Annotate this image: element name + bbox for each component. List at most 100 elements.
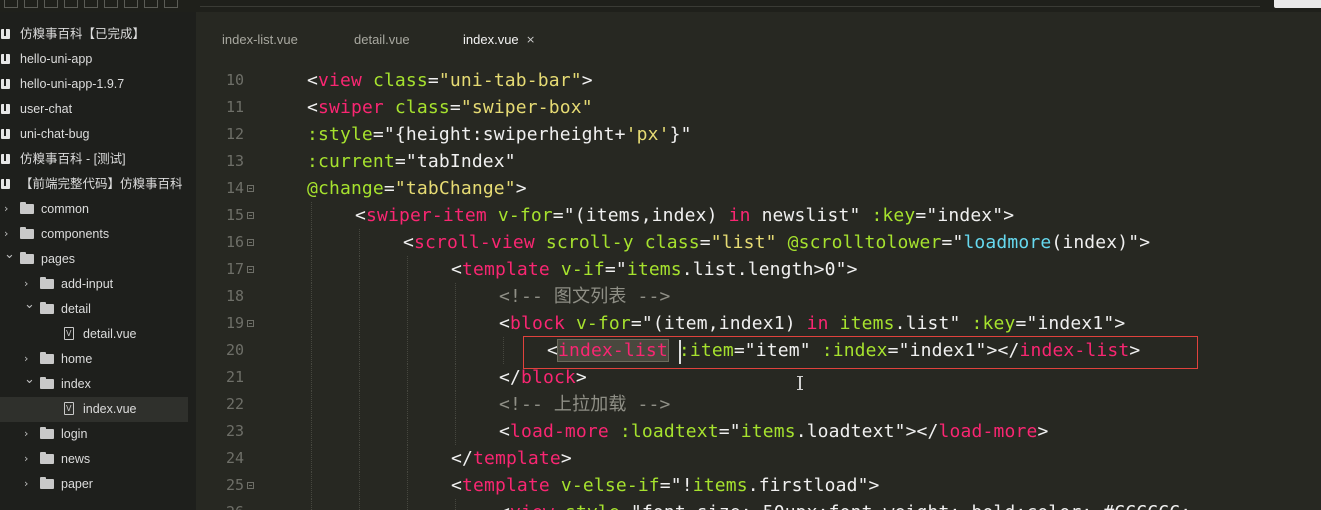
code-token: index-list (1019, 340, 1130, 361)
item-label: uni-chat-bug (20, 127, 90, 141)
code-line[interactable]: </block> (499, 364, 587, 391)
toolbar-icon[interactable] (44, 0, 58, 8)
code-token: :key (871, 205, 916, 226)
code-token: ="{height:swiperheight+ (372, 124, 626, 145)
top-toolbar (0, 0, 1321, 12)
chevron-right-icon[interactable]: › (24, 451, 28, 467)
code-line[interactable]: </template> (451, 445, 572, 472)
code-line[interactable]: <block v-for="(item,index1) in items.lis… (499, 310, 1125, 337)
indent-guide (455, 391, 456, 418)
project-item[interactable]: 【前端完整代码】仿糗事百科 (0, 172, 188, 197)
code-token: view (318, 70, 362, 91)
chevron-right-icon[interactable]: › (24, 351, 28, 367)
folder-item[interactable]: › components (0, 222, 188, 247)
file-item[interactable]: index.vue (0, 397, 188, 422)
code-line[interactable]: <load-more :loadtext="items.loadtext"></… (499, 418, 1048, 445)
toolbar-icon[interactable] (64, 0, 78, 8)
code-line[interactable]: <!-- 上拉加载 --> (499, 391, 670, 418)
project-item[interactable]: 仿糗事百科【已完成】 (0, 22, 188, 47)
chevron-right-icon[interactable]: › (24, 426, 28, 442)
code-token: ="index1"></ (887, 340, 1020, 361)
code-editor[interactable]: 10 <view class="uni-tab-bar"> 11 <swiper cl… (196, 54, 1321, 510)
line-number: 10 (225, 71, 244, 89)
indent-guide (359, 337, 360, 364)
folder-item[interactable]: › login (0, 422, 188, 447)
code-token: <!-- 上拉加载 --> (499, 394, 671, 415)
project-item[interactable]: hello-uni-app (0, 47, 188, 72)
code-line[interactable]: <template v-else-if="!items.firstload"> (451, 472, 880, 499)
fold-toggle-icon[interactable] (247, 482, 254, 489)
project-item[interactable]: user-chat (0, 97, 188, 122)
tab-detail-vue[interactable]: detail.vue (354, 12, 434, 54)
close-icon[interactable]: × (526, 33, 535, 47)
item-label: pages (41, 252, 76, 266)
code-line[interactable]: <!-- 图文列表 --> (499, 283, 670, 310)
code-token: .list.length>0"> (681, 259, 858, 280)
code-token: < (451, 475, 462, 496)
indent-guide (359, 472, 360, 499)
fold-toggle-icon[interactable] (247, 239, 254, 246)
code-line[interactable]: @change="tabChange"> (307, 175, 527, 202)
item-label: common (41, 202, 89, 216)
toolbar-icon[interactable] (164, 0, 178, 8)
folder-item[interactable]: › home (0, 347, 188, 372)
chevron-right-icon[interactable]: › (4, 201, 8, 217)
fold-toggle-icon[interactable] (247, 266, 254, 273)
toolbar-icon[interactable] (144, 0, 158, 8)
toolbar-button[interactable] (1274, 0, 1321, 8)
code-token: > (515, 178, 527, 199)
menu-icon[interactable] (4, 0, 18, 8)
toolbar-icon[interactable] (84, 0, 98, 8)
folder-item[interactable]: › common (0, 197, 188, 222)
chevron-right-icon[interactable]: › (24, 476, 28, 492)
code-token: in (728, 205, 751, 226)
code-token: scroll-y (545, 232, 634, 253)
fold-toggle-icon[interactable] (247, 185, 254, 192)
folder-item[interactable]: ⌄ index (0, 372, 188, 397)
indent-guide (455, 337, 456, 364)
code-line[interactable]: <swiper-item v-for="(items,index) in new… (355, 202, 1014, 229)
line-number: 20 (225, 341, 244, 359)
line-number: 18 (225, 287, 244, 305)
folder-item[interactable]: ⌄ pages (0, 247, 188, 272)
toolbar-icon[interactable] (104, 0, 118, 8)
folder-item[interactable]: › news (0, 447, 188, 472)
project-item[interactable]: 仿糗事百科 - [测试] (0, 147, 188, 172)
folder-icon (40, 277, 54, 289)
folder-icon (40, 427, 54, 439)
file-item[interactable]: detail.vue (0, 322, 188, 347)
code-line[interactable]: :current="tabIndex" (307, 148, 516, 175)
indent-guide (311, 229, 312, 256)
folder-item[interactable]: › add-input (0, 272, 188, 297)
code-line[interactable]: <index-list :item="item" :index="index1"… (547, 337, 1140, 364)
code-line[interactable]: :style="{height:swiperheight+'px'}" (307, 121, 692, 148)
chevron-down-icon[interactable]: ⌄ (24, 372, 35, 388)
code-line[interactable]: <view class="uni-tab-bar"> (307, 67, 593, 94)
fold-toggle-icon[interactable] (247, 212, 254, 219)
code-token: "swiper-box" (460, 97, 593, 118)
project-item[interactable]: hello-uni-app-1.9.7 (0, 72, 188, 97)
chevron-down-icon[interactable]: ⌄ (4, 247, 15, 263)
address-bar[interactable] (200, 6, 1260, 7)
chevron-right-icon[interactable]: › (24, 276, 28, 292)
fold-toggle-icon[interactable] (247, 320, 254, 327)
code-line[interactable]: <template v-if="items.list.length>0"> (451, 256, 858, 283)
toolbar-icon[interactable] (24, 0, 38, 8)
code-line[interactable]: <view style="font-size: 50upx;font-weigh… (499, 499, 1191, 510)
tab-index-list-vue[interactable]: index-list.vue (222, 12, 322, 54)
chevron-right-icon[interactable]: › (4, 226, 8, 242)
code-line[interactable]: <swiper class="swiper-box" (307, 94, 593, 121)
indent-guide (407, 310, 408, 337)
code-line[interactable]: <scroll-view scroll-y class="list" @scro… (403, 229, 1150, 256)
item-label: paper (61, 477, 93, 491)
chevron-down-icon[interactable]: ⌄ (24, 297, 35, 313)
indent-guide (407, 472, 408, 499)
toolbar-icon[interactable] (124, 0, 138, 8)
project-item[interactable]: uni-chat-bug (0, 122, 188, 147)
folder-item[interactable]: › paper (0, 472, 188, 497)
folder-item[interactable]: ⌄ detail (0, 297, 188, 322)
